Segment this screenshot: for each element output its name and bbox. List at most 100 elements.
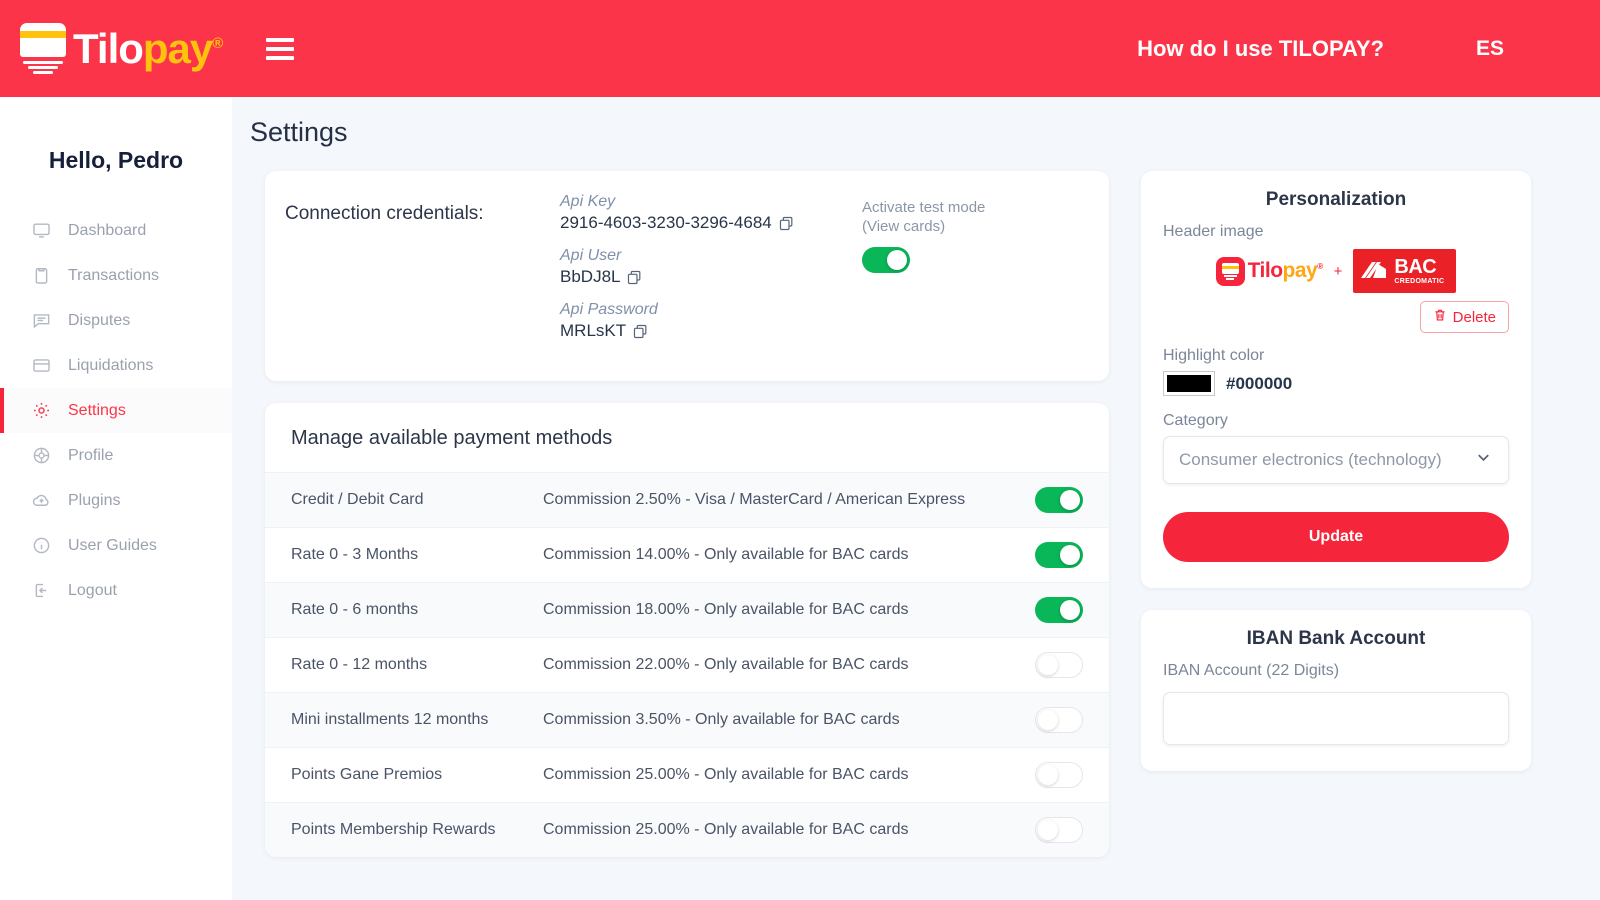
bac-subtitle: CREDOMATIC xyxy=(1394,278,1445,285)
payment-method-name: Mini installments 12 months xyxy=(291,711,489,728)
delete-row: Delete xyxy=(1163,301,1509,333)
user-greeting: Hello, Pedro xyxy=(48,147,184,173)
api-user-label: Api User xyxy=(560,247,622,264)
top-header-bar: Tilopay® How do I use TILOPAY? ES xyxy=(0,0,1600,97)
delete-header-image-button[interactable]: Delete xyxy=(1419,301,1509,333)
bac-mark-icon xyxy=(1361,261,1387,278)
api-password-value: MRLsKT xyxy=(560,321,627,340)
category-value: Consumer electronics (technology) xyxy=(1179,450,1442,469)
sidebar-item-label: Logout xyxy=(68,581,117,599)
copy-icon[interactable] xyxy=(626,269,643,286)
copy-icon[interactable] xyxy=(632,323,649,340)
color-swatch[interactable] xyxy=(1163,371,1215,396)
payment-method-name: Credit / Debit Card xyxy=(291,491,424,508)
payment-method-toggle[interactable] xyxy=(1035,542,1083,568)
iban-account-input[interactable] xyxy=(1163,692,1509,745)
category-select[interactable]: Consumer electronics (technology) xyxy=(1163,436,1509,484)
sidebar-item-user-guides[interactable]: User Guides xyxy=(0,523,232,568)
view-cards-link[interactable]: (View cards) xyxy=(862,218,985,235)
payment-method-toggle[interactable] xyxy=(1035,487,1083,513)
sidebar-item-label: Profile xyxy=(68,446,114,464)
language-switcher[interactable]: ES xyxy=(1476,37,1504,61)
payment-method-description: Commission 25.00% - Only available for B… xyxy=(543,821,909,838)
right-column: Personalization Header image Tilopay® + xyxy=(1141,171,1531,857)
top-header-actions: How do I use TILOPAY? ES xyxy=(1137,36,1600,62)
table-row: Rate 0 - 12 months Commission 22.00% - O… xyxy=(265,637,1109,692)
brand-name-secondary: pay xyxy=(142,24,213,72)
card-icon xyxy=(1215,256,1245,286)
main-content: Settings Connection credentials: Api Key… xyxy=(232,97,1600,900)
table-row: Mini installments 12 months Commission 3… xyxy=(265,692,1109,747)
sidebar-item-label: Transactions xyxy=(68,266,159,284)
sidebar-item-profile[interactable]: Profile xyxy=(0,433,232,478)
trash-icon xyxy=(1433,308,1447,326)
logo-lines xyxy=(23,59,63,74)
delete-label: Delete xyxy=(1452,308,1496,326)
payment-method-description: Commission 3.50% - Only available for BA… xyxy=(543,711,900,728)
plus-separator: + xyxy=(1333,262,1343,280)
chevron-down-icon xyxy=(1474,448,1493,472)
payment-method-description: Commission 2.50% - Visa / MasterCard / A… xyxy=(543,491,966,508)
help-link[interactable]: How do I use TILOPAY? xyxy=(1137,36,1384,62)
sidebar-item-liquidations[interactable]: Liquidations xyxy=(0,343,232,388)
bac-name: BAC xyxy=(1394,256,1437,278)
update-button[interactable]: Update xyxy=(1163,512,1509,562)
credentials-fields: Api Key 2916-4603-3230-3296-4684 Api Use… xyxy=(560,193,840,355)
sidebar-item-dashboard[interactable]: Dashboard xyxy=(0,208,232,253)
payment-method-name: Rate 0 - 6 months xyxy=(291,601,419,618)
payment-method-toggle[interactable] xyxy=(1035,597,1083,623)
payment-method-name: Points Membership Rewards xyxy=(291,821,496,838)
page-title: Settings xyxy=(250,117,348,147)
api-key-label: Api Key xyxy=(560,193,616,210)
comment-icon xyxy=(30,310,52,332)
test-mode-toggle[interactable] xyxy=(862,246,910,273)
credentials-title: Connection credentials: xyxy=(285,203,484,224)
payment-method-toggle[interactable] xyxy=(1035,762,1083,788)
payment-method-description: Commission 14.00% - Only available for B… xyxy=(543,546,909,563)
payment-method-description: Commission 22.00% - Only available for B… xyxy=(543,656,909,673)
info-icon xyxy=(30,535,52,557)
sidebar-item-label: Liquidations xyxy=(68,356,154,374)
brand-name-primary: Tilo xyxy=(73,24,144,72)
highlight-color-label: Highlight color xyxy=(1163,347,1265,364)
left-column: Connection credentials: Api Key 2916-460… xyxy=(265,171,1109,857)
content-columns: Connection credentials: Api Key 2916-460… xyxy=(265,171,1600,857)
bac-logo: BAC CREDOMATIC xyxy=(1353,249,1457,293)
sidebar-item-label: Dashboard xyxy=(68,221,147,239)
tilopay-logo[interactable]: Tilopay® xyxy=(20,22,223,75)
table-row: Points Membership Rewards Commission 25.… xyxy=(265,802,1109,857)
iban-account-label: IBAN Account (22 Digits) xyxy=(1163,662,1340,679)
payment-method-name: Points Gane Premios xyxy=(291,766,443,783)
table-row: Rate 0 - 6 months Commission 18.00% - On… xyxy=(265,582,1109,637)
iban-title: IBAN Bank Account xyxy=(1246,628,1426,649)
header-image-label: Header image xyxy=(1163,223,1264,240)
logout-icon xyxy=(30,580,52,602)
api-user-value: BbDJ8L xyxy=(560,267,621,286)
cloud-upload-icon xyxy=(30,490,52,512)
api-key-value: 2916-4603-3230-3296-4684 xyxy=(560,213,772,232)
highlight-color-row: #000000 xyxy=(1163,371,1509,396)
sidebar-item-plugins[interactable]: Plugins xyxy=(0,478,232,523)
hamburger-menu-icon[interactable] xyxy=(266,37,295,60)
payment-method-toggle[interactable] xyxy=(1035,707,1083,733)
payment-method-toggle[interactable] xyxy=(1035,817,1083,843)
payment-method-description: Commission 25.00% - Only available for B… xyxy=(543,766,909,783)
connection-credentials-card: Connection credentials: Api Key 2916-460… xyxy=(265,171,1109,381)
sidebar-item-logout[interactable]: Logout xyxy=(0,568,232,613)
sidebar-item-label: User Guides xyxy=(68,536,157,554)
highlight-color-value: #000000 xyxy=(1226,373,1293,393)
table-row: Points Gane Premios Commission 25.00% - … xyxy=(265,747,1109,802)
globe-icon xyxy=(30,445,52,467)
sidebar: Hello, Pedro Dashboard Transactions Disp… xyxy=(0,97,232,900)
sidebar-item-transactions[interactable]: Transactions xyxy=(0,253,232,298)
sidebar-nav: Dashboard Transactions Disputes Liquidat… xyxy=(0,208,232,613)
table-row: Rate 0 - 3 Months Commission 14.00% - On… xyxy=(265,527,1109,582)
payment-method-toggle[interactable] xyxy=(1035,652,1083,678)
payment-method-name: Rate 0 - 3 Months xyxy=(291,546,419,563)
sidebar-item-label: Plugins xyxy=(68,491,121,509)
sidebar-item-settings[interactable]: Settings xyxy=(0,388,232,433)
sidebar-item-disputes[interactable]: Disputes xyxy=(0,298,232,343)
copy-icon[interactable] xyxy=(778,215,795,232)
payment-methods-card: Manage available payment methods Credit … xyxy=(265,403,1109,857)
tilopay-mini-wordmark: Tilopay® xyxy=(1247,259,1324,282)
